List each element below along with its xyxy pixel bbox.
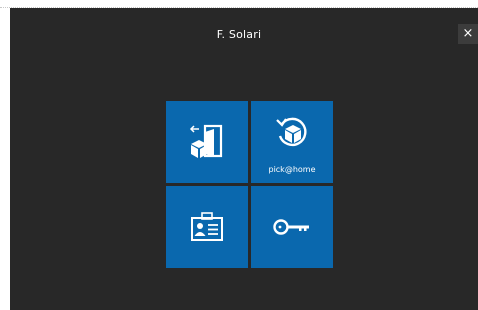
close-button[interactable]: × xyxy=(458,24,478,44)
tile-door-exit[interactable] xyxy=(166,101,248,183)
kiosk-screen: F. Solari × pick@home xyxy=(10,8,478,310)
user-name-title: F. Solari xyxy=(216,28,262,41)
window-top-edge xyxy=(0,0,478,8)
key-icon xyxy=(273,219,309,235)
tile-pick-at-home[interactable]: pick@home xyxy=(251,101,333,183)
package-return-icon xyxy=(276,117,307,147)
tile-id-badge[interactable] xyxy=(166,186,248,268)
action-tile-grid: pick@home xyxy=(166,101,333,269)
tile-key[interactable] xyxy=(251,186,333,268)
door-exit-icon xyxy=(189,124,223,158)
tile-label-pick-at-home: pick@home xyxy=(268,165,316,174)
id-badge-icon xyxy=(191,212,223,241)
